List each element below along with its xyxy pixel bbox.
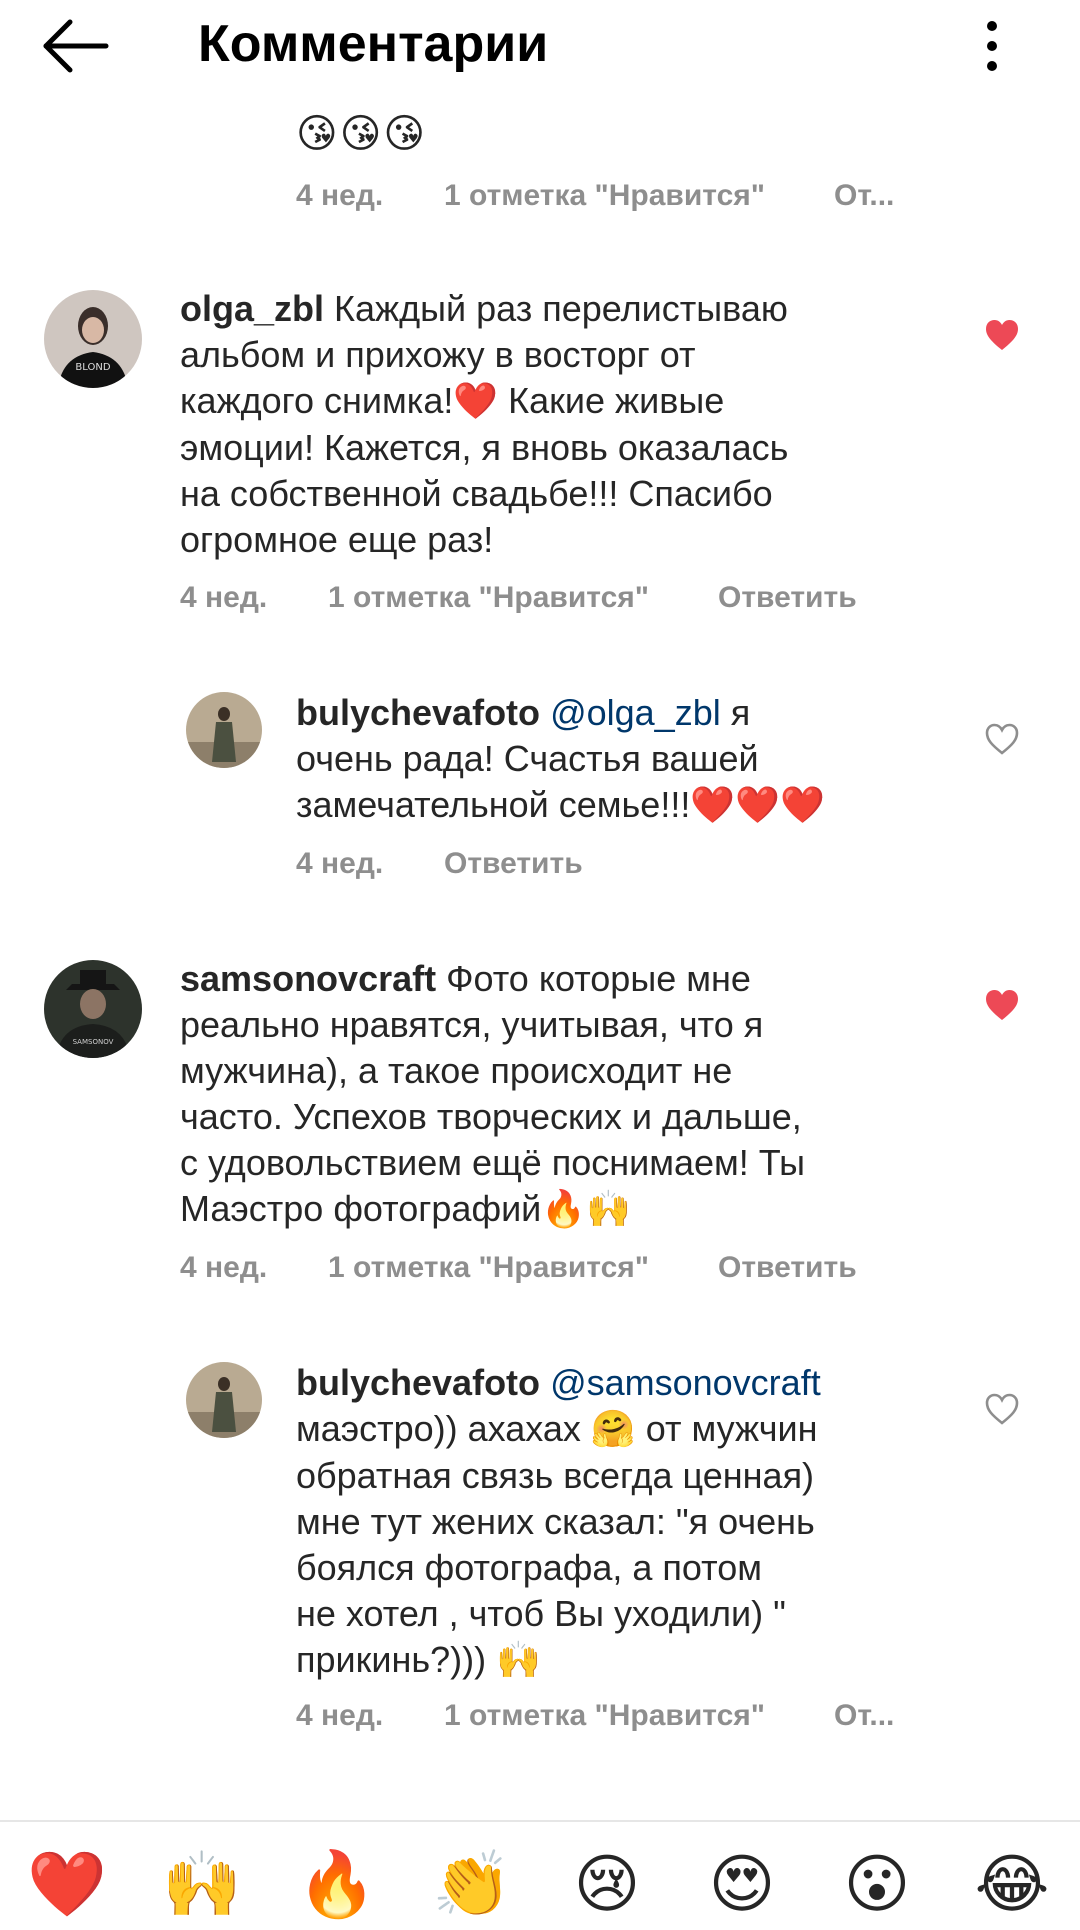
comment-line: Маэстро фотографий🔥🙌 [180, 1186, 870, 1233]
comment-line: реально нравятся, учитывая, что я [180, 1004, 764, 1045]
raising-hands-emoji: 🙌 [496, 1640, 541, 1681]
comment-line: маэстро)) ахахах 🤗 от мужчин [296, 1406, 896, 1453]
comment-line: мужчина), а такое происходит не [180, 1050, 733, 1091]
avatar-olga-zbl[interactable]: BLOND [44, 290, 142, 388]
previous-comment-meta: 4 нед. 1 отметка "Нравится" От... [296, 176, 996, 216]
reply-button[interactable]: От... [834, 1696, 894, 1736]
likes-count-link[interactable]: 1 отметка "Нравится" [444, 176, 765, 216]
avatar-samsonovcraft[interactable]: SAMSONOV [44, 960, 142, 1058]
comment-username[interactable]: bulychevafoto [296, 1362, 540, 1403]
reply-button[interactable]: Ответить [718, 578, 857, 618]
comment-line: каждого снимка!❤️ Какие живые [180, 378, 870, 425]
user-photo-icon: SAMSONOV [44, 960, 142, 1058]
likes-count-link[interactable]: 1 отметка "Нравится" [328, 1248, 649, 1288]
comment-text: Каждый раз перелистываю [334, 288, 788, 329]
comment-line: эмоции! Кажется, я вновь оказалась [180, 427, 789, 468]
back-button[interactable] [40, 18, 112, 74]
comment-text: маэстро)) ахахах [296, 1408, 581, 1449]
user-photo-icon [186, 692, 262, 768]
liked-heart-icon[interactable] [984, 318, 1020, 352]
comment-meta: 4 нед. 1 отметка "Нравится" Ответить [180, 1248, 880, 1288]
avatar-shirt-text: BLOND [75, 362, 110, 373]
comment-text: я [720, 692, 751, 733]
red-hearts-emoji: ❤️❤️❤️ [690, 785, 825, 826]
comment-time: 4 нед. [296, 1699, 384, 1732]
quick-emoji-crying-face[interactable]: 😢 [562, 1840, 652, 1930]
comment-time: 4 нед. [296, 847, 384, 880]
comments-screen: Комментарии 😘😘😘 4 нед. 1 отметка "Нравит… [0, 0, 1080, 1930]
like-heart-outline-icon[interactable] [984, 1392, 1020, 1426]
comment-text: каждого снимка! [180, 380, 454, 421]
hugging-face-emoji: 🤗 [590, 1409, 636, 1450]
comment-line: огромное еще раз! [180, 519, 494, 560]
avatar-bulychevafoto[interactable] [186, 692, 262, 768]
previous-comment-emojis: 😘😘😘 [296, 111, 428, 157]
quick-emoji-astonished-face[interactable]: 😮 [832, 1840, 922, 1930]
reply-bulychevafoto-1: bulychevafoto @olga_zbl я очень рада! Сч… [296, 690, 896, 829]
comment-line: samsonovcraft Фото которые мне [180, 956, 870, 1002]
reply-button[interactable]: Ответить [444, 844, 583, 884]
comment-username[interactable]: bulychevafoto [296, 692, 540, 733]
avatar-bulychevafoto[interactable] [186, 1362, 262, 1438]
quick-emoji-clapping-hands[interactable]: 👏 [427, 1840, 517, 1930]
comment-time: 4 нед. [296, 179, 384, 212]
more-vertical-icon [987, 21, 997, 71]
quick-emoji-bar: ❤️ 🙌 🔥 👏 😢 😍 😮 😂 [0, 1822, 1080, 1930]
comment-text: Маэстро фотографий [180, 1188, 542, 1229]
back-arrow-icon [43, 19, 109, 73]
comment-meta: 4 нед. Ответить [296, 844, 896, 884]
comment-line: с удовольствием ещё поснимаем! Ты [180, 1142, 806, 1183]
likes-count-link[interactable]: 1 отметка "Нравится" [444, 1696, 765, 1736]
more-options-button[interactable] [968, 16, 1016, 76]
comment-line: не хотел , чтоб Вы уходили) " [296, 1593, 786, 1634]
page-title: Комментарии [198, 15, 549, 73]
comment-text: прикинь?))) [296, 1639, 487, 1680]
comment-line: мне тут жених сказал: "я очень [296, 1501, 815, 1542]
comment-line: bulychevafoto @samsonovcraft [296, 1360, 896, 1406]
comment-text: от мужчин [635, 1408, 818, 1449]
comment-text: Какие живые [498, 380, 725, 421]
comment-meta: 4 нед. 1 отметка "Нравится" От... [296, 1696, 996, 1736]
comment-line: боялся фотографа, а потом [296, 1547, 763, 1588]
comment-time: 4 нед. [180, 1251, 268, 1284]
reply-button[interactable]: Ответить [718, 1248, 857, 1288]
comment-line: замечательной семье!!!❤️❤️❤️ [296, 782, 896, 829]
comment-line: прикинь?))) 🙌 [296, 1637, 896, 1684]
app-header: Комментарии [0, 0, 1080, 92]
comment-text: Фото которые мне [436, 958, 751, 999]
comment-text: замечательной семье!!! [296, 784, 691, 825]
comment-line: часто. Успехов творческих и дальше, [180, 1096, 802, 1137]
comment-line: альбом и прихожу в восторг от [180, 334, 696, 375]
mention-link[interactable]: @samsonovcraft [550, 1362, 821, 1403]
reply-button[interactable]: От... [834, 176, 894, 216]
comment-line: очень рада! Счастья вашей [296, 738, 759, 779]
comment-meta: 4 нед. 1 отметка "Нравится" Ответить [180, 578, 880, 618]
like-heart-outline-icon[interactable] [984, 722, 1020, 756]
avatar-logo-text: SAMSONOV [73, 1038, 114, 1046]
quick-emoji-fire[interactable]: 🔥 [292, 1840, 382, 1930]
comment-line: bulychevafoto @olga_zbl я [296, 690, 896, 736]
liked-heart-icon[interactable] [984, 988, 1020, 1022]
comment-olga-zbl: olga_zbl Каждый раз перелистываю альбом … [180, 286, 870, 563]
quick-emoji-tears-of-joy[interactable]: 😂 [967, 1840, 1057, 1930]
fire-hands-emoji: 🔥🙌 [541, 1189, 631, 1230]
mention-link[interactable]: @olga_zbl [550, 692, 721, 733]
comment-username[interactable]: samsonovcraft [180, 958, 436, 999]
comment-line: на собственной свадьбе!!! Спасибо [180, 473, 773, 514]
quick-emoji-raising-hands[interactable]: 🙌 [157, 1840, 247, 1930]
comment-line: olga_zbl Каждый раз перелистываю [180, 286, 870, 332]
quick-emoji-heart[interactable]: ❤️ [22, 1840, 112, 1930]
comment-line: обратная связь всегда ценная) [296, 1455, 815, 1496]
user-photo-icon [186, 1362, 262, 1438]
user-photo-icon: BLOND [44, 290, 142, 388]
likes-count-link[interactable]: 1 отметка "Нравится" [328, 578, 649, 618]
comment-samsonovcraft: samsonovcraft Фото которые мне реально н… [180, 956, 870, 1233]
comment-time: 4 нед. [180, 581, 268, 614]
reply-bulychevafoto-2: bulychevafoto @samsonovcraft маэстро)) а… [296, 1360, 896, 1684]
red-heart-emoji: ❤️ [453, 381, 499, 422]
comment-username[interactable]: olga_zbl [180, 288, 324, 329]
quick-emoji-heart-eyes[interactable]: 😍 [697, 1840, 787, 1930]
